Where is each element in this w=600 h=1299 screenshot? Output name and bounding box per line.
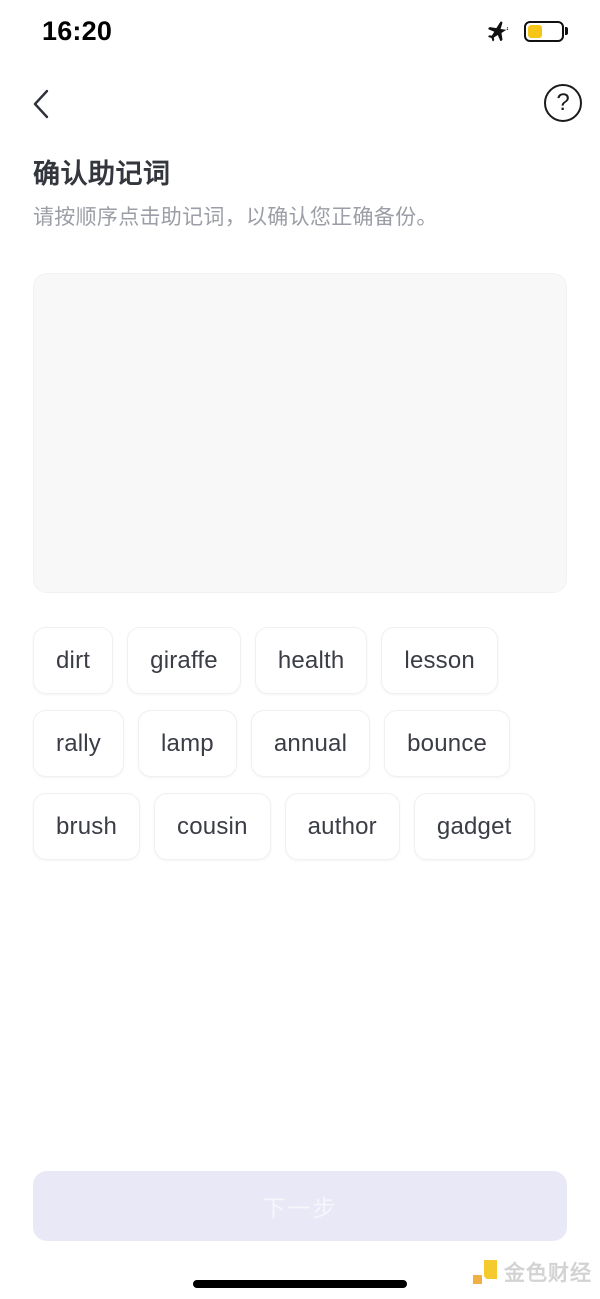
word-bank: dirt giraffe health lesson rally lamp annual bo…: [33, 627, 567, 860]
status-bar-indicators: [485, 18, 568, 44]
back-button[interactable]: [18, 80, 66, 128]
question-mark-circle-icon: ?: [556, 88, 570, 116]
word-chip[interactable]: health: [254, 627, 368, 694]
status-bar-clock: 16:20: [42, 15, 113, 46]
help-button[interactable]: ?: [544, 84, 582, 122]
battery-icon: [524, 20, 568, 42]
word-chip[interactable]: lamp: [138, 710, 237, 777]
page-title: 确认助记词: [33, 159, 171, 189]
chevron-left-icon: [30, 88, 54, 120]
page-subtitle: 请按顺序点击助记词，以确认您正确备份。: [33, 206, 438, 230]
word-chip[interactable]: rally: [33, 710, 125, 777]
watermark: 金色财经: [473, 1257, 592, 1287]
watermark-text: 金色财经: [504, 1262, 592, 1285]
jinse-logo-icon: [473, 1260, 497, 1284]
mnemonic-confirm-screen: 16:20 ? 确认助记词 请按顺序点击助记词，以确认您正确备份。 dirt g…: [0, 0, 600, 1299]
airplane-mode-icon: [485, 18, 511, 44]
word-chip[interactable]: brush: [33, 793, 141, 860]
word-chip[interactable]: author: [284, 793, 400, 860]
word-chip[interactable]: giraffe: [127, 627, 241, 694]
status-bar: 16:20: [0, 0, 600, 62]
word-chip[interactable]: annual: [250, 710, 371, 777]
selected-words-list: [34, 274, 566, 310]
next-button[interactable]: 下一步: [33, 1171, 567, 1241]
word-chip[interactable]: bounce: [384, 710, 511, 777]
navigation-bar: ?: [0, 78, 600, 134]
word-chip[interactable]: gadget: [413, 793, 535, 860]
selected-words-panel[interactable]: [33, 273, 567, 593]
page-heading: 确认助记词 请按顺序点击助记词，以确认您正确备份。: [33, 158, 567, 232]
home-indicator[interactable]: [193, 1280, 407, 1288]
word-chip[interactable]: lesson: [381, 627, 498, 694]
word-chip[interactable]: dirt: [33, 627, 114, 694]
word-chip[interactable]: cousin: [154, 793, 271, 860]
